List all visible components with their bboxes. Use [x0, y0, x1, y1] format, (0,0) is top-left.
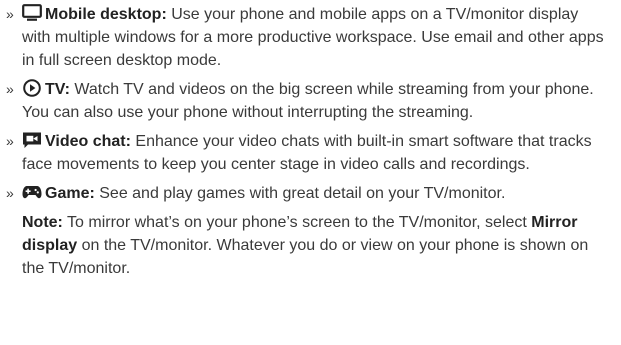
document-page: » Mobile desktop: Use your phone and mob…	[0, 0, 621, 345]
item-title: Mobile desktop:	[45, 6, 167, 23]
list-item-mobile-desktop: » Mobile desktop: Use your phone and mob…	[6, 3, 607, 72]
item-title: Video chat:	[45, 133, 131, 150]
bullet-marker: »	[6, 185, 14, 201]
note-paragraph: Note: To mirror what’s on your phone’s s…	[6, 211, 607, 280]
item-text: See and play games with great detail on …	[94, 185, 506, 202]
note-label: Note:	[22, 214, 63, 231]
monitor-icon	[22, 4, 42, 22]
note-text-after: on the TV/monitor. Whatever you do or vi…	[22, 237, 589, 277]
list-item-video-chat: » Video chat: Enhance your video chats w…	[6, 130, 607, 176]
bullet-marker: »	[6, 81, 14, 97]
list-item-tv: » TV: Watch TV and videos on the big scr…	[6, 78, 607, 124]
video-chat-icon	[22, 131, 42, 149]
note-text-before: To mirror what’s on your phone’s screen …	[62, 214, 532, 231]
list-item-game: » Game: See and play games with great de…	[6, 182, 607, 205]
item-title: TV:	[45, 81, 70, 98]
play-circle-icon	[22, 79, 42, 97]
gamepad-icon	[22, 183, 42, 201]
bullet-marker: »	[6, 6, 14, 22]
bullet-marker: »	[6, 133, 14, 149]
item-title: Game:	[45, 185, 95, 202]
item-text: Watch TV and videos on the big screen wh…	[22, 81, 594, 121]
